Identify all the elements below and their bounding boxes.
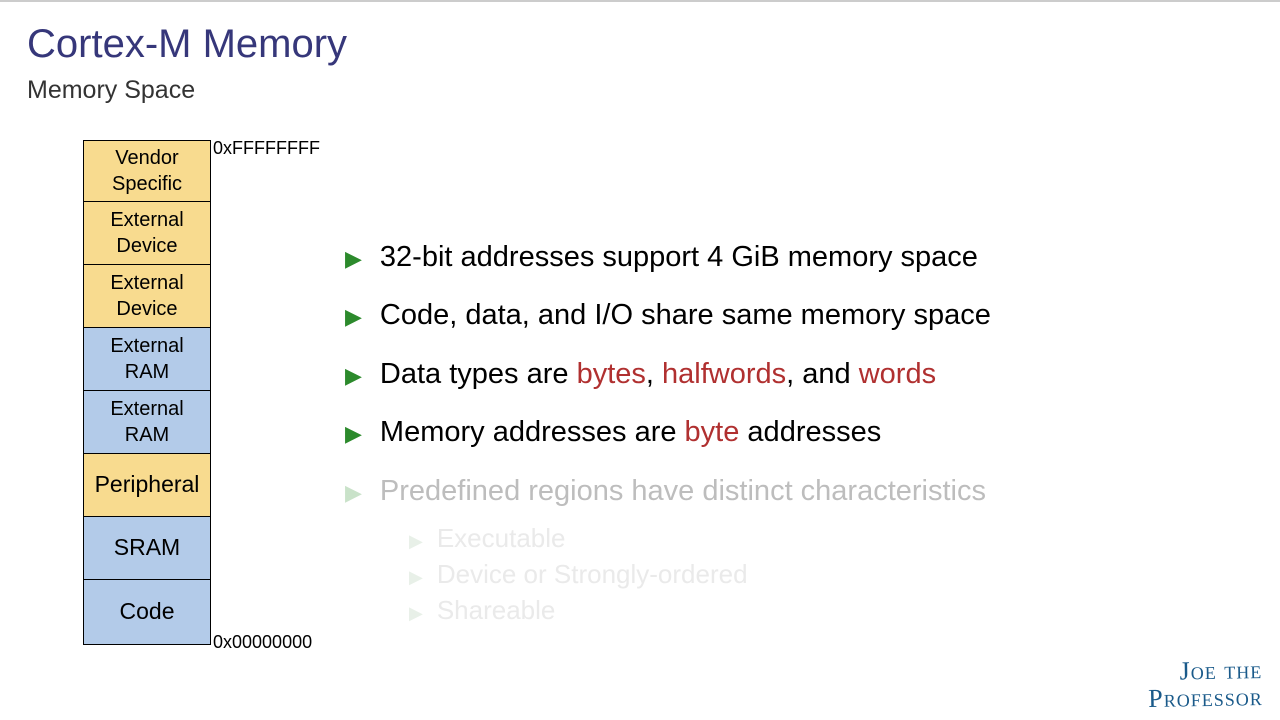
memory-region: ExternalDevice bbox=[83, 265, 211, 328]
memory-region: SRAM bbox=[83, 517, 211, 580]
bullet-text: Code, data, and I/O share same memory sp… bbox=[380, 292, 991, 338]
memory-region: ExternalDevice bbox=[83, 202, 211, 265]
triangle-icon: ▶ bbox=[345, 358, 362, 393]
bullet-text: Predefined regions have distinct charact… bbox=[380, 468, 986, 514]
triangle-icon: ▶ bbox=[345, 416, 362, 451]
sub-bullet-item: ▶ Shareable bbox=[409, 594, 1205, 628]
address-bottom-label: 0x00000000 bbox=[213, 632, 312, 653]
slide-title: Cortex-M Memory bbox=[27, 22, 347, 67]
memory-region: Peripheral bbox=[83, 454, 211, 517]
triangle-icon: ▶ bbox=[345, 475, 362, 510]
bullet-item-faded: ▶ Predefined regions have distinct chara… bbox=[345, 468, 1205, 514]
memory-map-diagram: VendorSpecificExternalDeviceExternalDevi… bbox=[83, 140, 211, 645]
bullet-item: ▶ Memory addresses are byte addresses bbox=[345, 409, 1205, 455]
memory-region: VendorSpecific bbox=[83, 140, 211, 202]
triangle-icon: ▶ bbox=[345, 241, 362, 276]
bullet-item: ▶ Code, data, and I/O share same memory … bbox=[345, 292, 1205, 338]
sub-bullet-list: ▶ Executable ▶ Device or Strongly-ordere… bbox=[409, 522, 1205, 627]
sub-bullet-item: ▶ Executable bbox=[409, 522, 1205, 556]
triangle-icon: ▶ bbox=[409, 566, 423, 589]
address-top-label: 0xFFFFFFFF bbox=[213, 138, 320, 159]
memory-region: ExternalRAM bbox=[83, 328, 211, 391]
slide-subtitle: Memory Space bbox=[27, 76, 195, 105]
bullet-item: ▶ 32-bit addresses support 4 GiB memory … bbox=[345, 234, 1205, 280]
triangle-icon: ▶ bbox=[409, 530, 423, 553]
bullet-text: Memory addresses are byte addresses bbox=[380, 409, 881, 455]
memory-region: ExternalRAM bbox=[83, 391, 211, 454]
bullet-item: ▶ Data types are bytes, halfwords, and w… bbox=[345, 351, 1205, 397]
bullet-text: 32-bit addresses support 4 GiB memory sp… bbox=[380, 234, 978, 280]
triangle-icon: ▶ bbox=[409, 602, 423, 625]
bullet-list: ▶ 32-bit addresses support 4 GiB memory … bbox=[345, 234, 1205, 629]
memory-region: Code bbox=[83, 580, 211, 645]
triangle-icon: ▶ bbox=[345, 299, 362, 334]
author-signature: Joe the Professor bbox=[1147, 656, 1262, 713]
bullet-text: Data types are bytes, halfwords, and wor… bbox=[380, 351, 936, 397]
sub-bullet-item: ▶ Device or Strongly-ordered bbox=[409, 558, 1205, 592]
